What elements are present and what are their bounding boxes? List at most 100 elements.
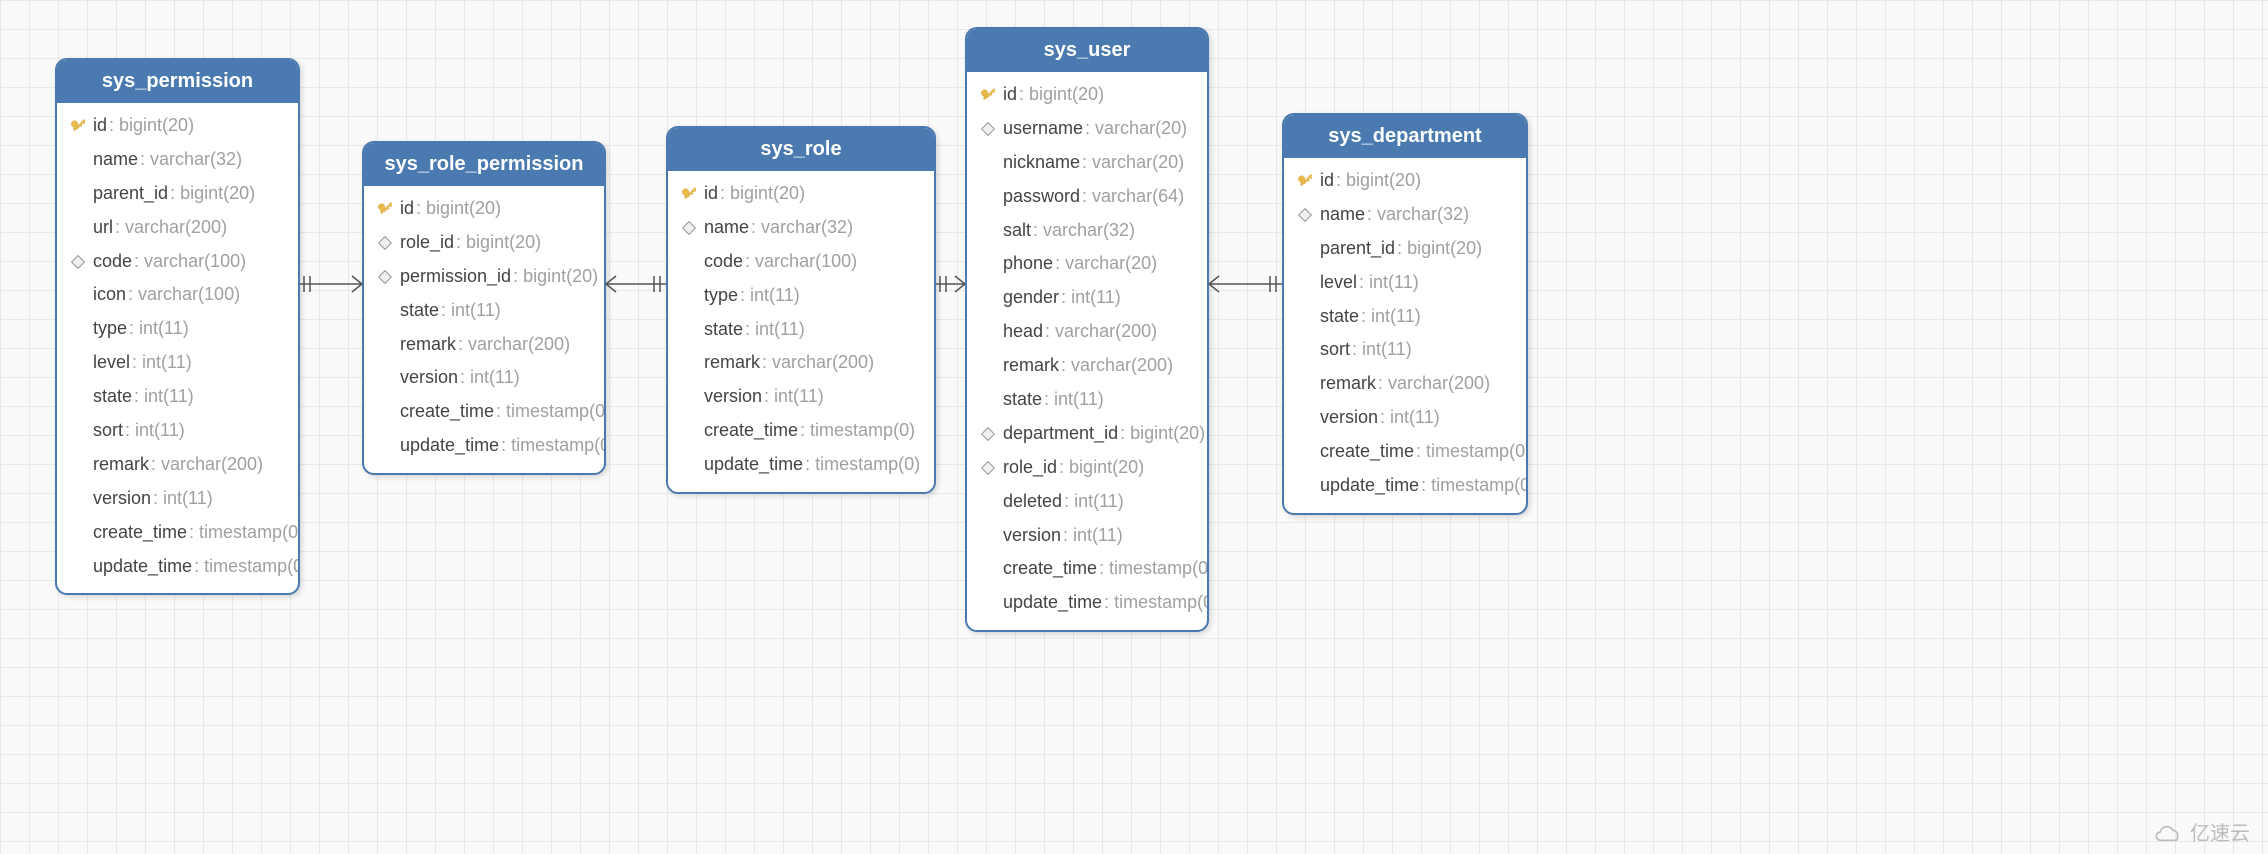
- column-row[interactable]: name: varchar(32): [668, 211, 934, 245]
- column-name: version: [704, 383, 762, 411]
- primary-key-icon: [678, 186, 700, 202]
- column-name: password: [1003, 183, 1080, 211]
- column-row[interactable]: update_time: timestamp(0): [1284, 469, 1526, 503]
- column-type: : timestamp(0): [1416, 438, 1528, 466]
- entity-columns: id: bigint(20)role_id: bigint(20)permiss…: [364, 186, 604, 473]
- column-row[interactable]: sort: int(11): [1284, 333, 1526, 367]
- column-row[interactable]: salt: varchar(32): [967, 214, 1207, 248]
- column-row[interactable]: update_time: timestamp(0): [967, 586, 1207, 620]
- column-row[interactable]: type: int(11): [668, 279, 934, 313]
- column-row[interactable]: username: varchar(20): [967, 112, 1207, 146]
- column-row[interactable]: remark: varchar(200): [1284, 367, 1526, 401]
- column-row[interactable]: permission_id: bigint(20): [364, 260, 604, 294]
- column-row[interactable]: password: varchar(64): [967, 180, 1207, 214]
- column-name: icon: [93, 281, 126, 309]
- column-row[interactable]: parent_id: bigint(20): [57, 177, 298, 211]
- column-name: create_time: [93, 519, 187, 547]
- column-row[interactable]: head: varchar(200): [967, 315, 1207, 349]
- column-row[interactable]: id: bigint(20): [668, 177, 934, 211]
- column-type: : varchar(20): [1085, 115, 1187, 143]
- column-name: state: [1003, 386, 1042, 414]
- column-type: : int(11): [1380, 404, 1440, 432]
- column-type: : int(11): [153, 485, 213, 513]
- column-type: : bigint(20): [720, 180, 805, 208]
- column-type: : bigint(20): [170, 180, 255, 208]
- entity-sys_permission[interactable]: sys_permissionid: bigint(20)name: varcha…: [55, 58, 300, 595]
- column-row[interactable]: deleted: int(11): [967, 485, 1207, 519]
- primary-key-icon: [67, 118, 89, 134]
- column-row[interactable]: version: int(11): [668, 380, 934, 414]
- column-row[interactable]: state: int(11): [668, 313, 934, 347]
- column-name: remark: [1003, 352, 1059, 380]
- column-row[interactable]: level: int(11): [1284, 266, 1526, 300]
- column-row[interactable]: state: int(11): [967, 383, 1207, 417]
- column-row[interactable]: id: bigint(20): [57, 109, 298, 143]
- column-type: : int(11): [125, 417, 185, 445]
- column-type: : varchar(200): [1378, 370, 1490, 398]
- column-row[interactable]: update_time: timestamp(0): [57, 550, 298, 584]
- column-row[interactable]: version: int(11): [1284, 401, 1526, 435]
- column-row[interactable]: code: varchar(100): [57, 245, 298, 279]
- column-row[interactable]: create_time: timestamp(0): [668, 414, 934, 448]
- entity-sys_department[interactable]: sys_departmentid: bigint(20)name: varcha…: [1282, 113, 1528, 515]
- column-row[interactable]: create_time: timestamp(0): [364, 395, 604, 429]
- column-row[interactable]: remark: varchar(200): [668, 346, 934, 380]
- column-row[interactable]: create_time: timestamp(0): [1284, 435, 1526, 469]
- column-row[interactable]: id: bigint(20): [1284, 164, 1526, 198]
- column-row[interactable]: create_time: timestamp(0): [967, 552, 1207, 586]
- column-row[interactable]: sort: int(11): [57, 414, 298, 448]
- column-row[interactable]: code: varchar(100): [668, 245, 934, 279]
- column-type: : int(11): [1352, 336, 1412, 364]
- entity-sys_role[interactable]: sys_roleid: bigint(20)name: varchar(32)c…: [666, 126, 936, 494]
- column-type: : int(11): [129, 315, 189, 343]
- column-type: : timestamp(0): [800, 417, 915, 445]
- primary-key-icon: [1294, 173, 1316, 189]
- column-name: sort: [93, 417, 123, 445]
- column-row[interactable]: remark: varchar(200): [967, 349, 1207, 383]
- column-row[interactable]: version: int(11): [364, 361, 604, 395]
- column-row[interactable]: state: int(11): [57, 380, 298, 414]
- column-row[interactable]: department_id: bigint(20): [967, 417, 1207, 451]
- column-row[interactable]: parent_id: bigint(20): [1284, 232, 1526, 266]
- column-row[interactable]: state: int(11): [364, 294, 604, 328]
- index-icon: [374, 272, 396, 282]
- column-type: : varchar(200): [1045, 318, 1157, 346]
- column-type: : int(11): [1064, 488, 1124, 516]
- column-row[interactable]: level: int(11): [57, 346, 298, 380]
- column-name: name: [1320, 201, 1365, 229]
- column-row[interactable]: update_time: timestamp(0): [364, 429, 604, 463]
- column-row[interactable]: id: bigint(20): [967, 78, 1207, 112]
- column-row[interactable]: version: int(11): [967, 519, 1207, 553]
- column-type: : int(11): [1359, 269, 1419, 297]
- column-row[interactable]: update_time: timestamp(0): [668, 448, 934, 482]
- column-type: : timestamp(0): [189, 519, 300, 547]
- column-row[interactable]: name: varchar(32): [1284, 198, 1526, 232]
- column-row[interactable]: state: int(11): [1284, 300, 1526, 334]
- column-row[interactable]: create_time: timestamp(0): [57, 516, 298, 550]
- column-row[interactable]: id: bigint(20): [364, 192, 604, 226]
- column-name: id: [400, 195, 414, 223]
- column-name: version: [1320, 404, 1378, 432]
- entity-sys_role_permission[interactable]: sys_role_permissionid: bigint(20)role_id…: [362, 141, 606, 475]
- column-row[interactable]: type: int(11): [57, 312, 298, 346]
- column-type: : varchar(100): [745, 248, 857, 276]
- column-row[interactable]: remark: varchar(200): [364, 328, 604, 362]
- column-name: update_time: [400, 432, 499, 460]
- column-row[interactable]: nickname: varchar(20): [967, 146, 1207, 180]
- column-row[interactable]: remark: varchar(200): [57, 448, 298, 482]
- column-row[interactable]: name: varchar(32): [57, 143, 298, 177]
- column-row[interactable]: icon: varchar(100): [57, 278, 298, 312]
- column-row[interactable]: url: varchar(200): [57, 211, 298, 245]
- column-type: : timestamp(0): [496, 398, 606, 426]
- column-type: : timestamp(0): [1104, 589, 1209, 617]
- index-icon: [977, 463, 999, 473]
- column-row[interactable]: gender: int(11): [967, 281, 1207, 315]
- column-row[interactable]: role_id: bigint(20): [364, 226, 604, 260]
- entity-columns: id: bigint(20)username: varchar(20)nickn…: [967, 72, 1207, 630]
- column-row[interactable]: role_id: bigint(20): [967, 451, 1207, 485]
- column-row[interactable]: phone: varchar(20): [967, 247, 1207, 281]
- column-type: : bigint(20): [416, 195, 501, 223]
- column-name: version: [93, 485, 151, 513]
- column-row[interactable]: version: int(11): [57, 482, 298, 516]
- entity-sys_user[interactable]: sys_userid: bigint(20)username: varchar(…: [965, 27, 1209, 632]
